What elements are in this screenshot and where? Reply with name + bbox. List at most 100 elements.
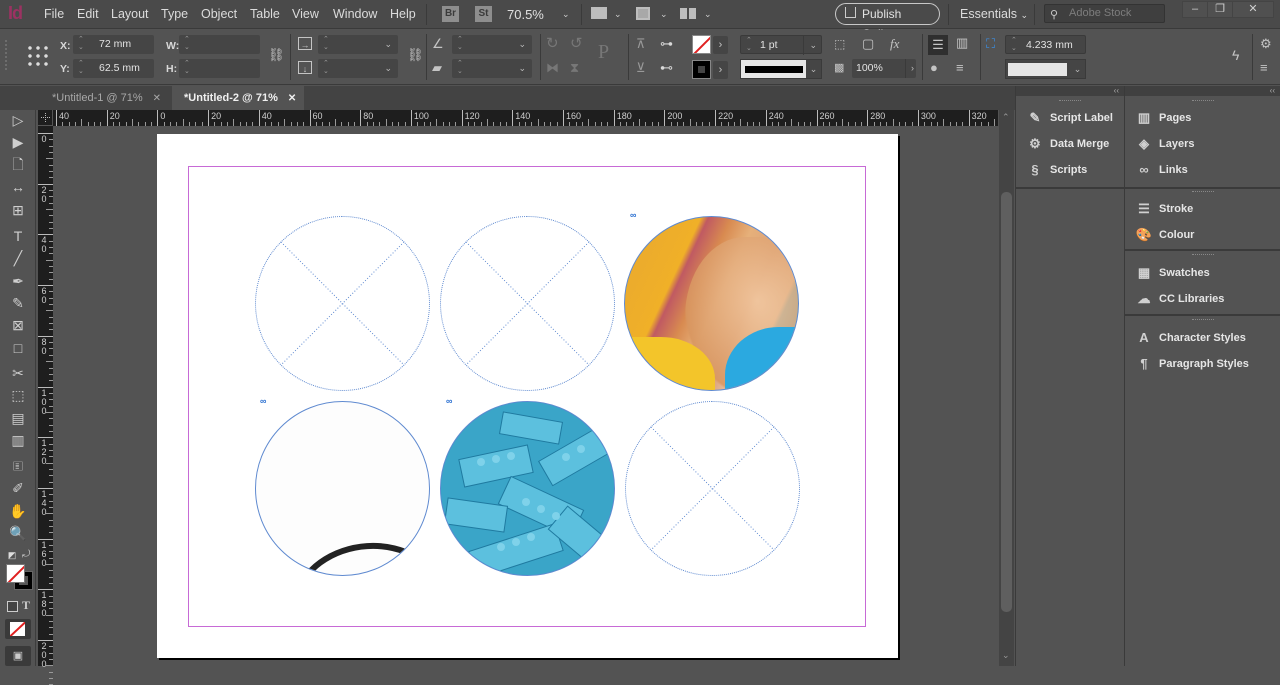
drop-shadow-icon[interactable]: ▢ [862,37,874,51]
corner-shape-field[interactable]: ⌄ [1005,59,1086,79]
select-content-icon[interactable]: ⊻ [636,61,646,75]
panel-grip[interactable] [1059,100,1081,102]
scale-x-field[interactable]: ⌃ ⌄ ⌄ [318,35,398,54]
note-tool[interactable]: 🗉 [6,456,30,476]
collapse-dock-button[interactable]: ‹‹ [1125,86,1280,96]
scroll-up-icon[interactable]: ⌃ [1002,112,1010,123]
menu-view[interactable]: View [292,7,319,21]
vertical-scrollbar[interactable]: ⌃ ⌄ [999,110,1014,666]
view-options-icon[interactable] [591,7,607,19]
panel-scripts[interactable]: § Scripts [1016,158,1124,182]
constrain-proportions-icon[interactable]: ⛓ [268,48,285,62]
gap-tool[interactable]: ↔ [6,177,30,197]
close-tab-icon[interactable]: ✕ [153,93,161,104]
page-tool[interactable]: 🗋 [6,154,30,174]
height-field[interactable]: ⌃ ⌄ [179,59,260,78]
drop-shadow-frame-icon[interactable]: ⬚ [834,37,845,51]
opacity-field[interactable]: 100% › [852,59,916,78]
menu-window[interactable]: Window [333,7,377,21]
x-position-field[interactable]: ⌃ ⌄ 72 mm [73,35,154,54]
view-options-dropdown-icon[interactable]: ⌄ [614,9,622,20]
y-position-field[interactable]: ⌃ ⌄ 62.5 mm [73,59,154,78]
bridge-button[interactable]: Br [442,6,459,22]
image-frame-lego[interactable] [440,401,615,576]
zoom-tool[interactable]: 🔍 [6,523,30,543]
reference-point-icon[interactable] [26,44,50,68]
ruler-origin[interactable] [38,110,53,126]
free-transform-tool[interactable]: ⬚ [6,385,30,405]
formatting-affects-container-icon[interactable] [7,601,18,612]
type-tool[interactable]: T [6,226,30,246]
flip-horizontal-icon[interactable]: ⧓ [546,61,559,75]
panel-character-styles[interactable]: A Character Styles [1125,326,1280,350]
gradient-swatch-tool[interactable]: ▤ [6,408,30,428]
arrange-documents-dropdown-icon[interactable]: ⌄ [704,9,712,20]
panel-links[interactable]: ∞ Links [1125,158,1280,182]
text-wrap-object-shape-icon[interactable]: ● [930,61,938,75]
rotate-clockwise-icon[interactable]: ↻ [546,36,559,51]
minimize-button[interactable]: – [1182,1,1208,18]
rectangle-frame-tool[interactable]: ⊠ [6,315,30,335]
menu-layout[interactable]: Layout [111,7,149,21]
panel-data-merge[interactable]: ⚙ Data Merge [1016,132,1124,156]
menu-type[interactable]: Type [161,7,188,21]
stroke-type-field[interactable]: ⌄ [740,59,822,79]
pen-tool[interactable]: ✒ [6,271,30,291]
workspace-switcher[interactable]: Essentials ⌄ [960,7,1028,21]
adobe-stock-search[interactable]: ⚲ Adobe Stock [1044,4,1165,23]
close-tab-icon[interactable]: ✕ [288,93,296,104]
panel-cc-libraries[interactable]: ☁ CC Libraries [1125,287,1280,311]
panel-pages[interactable]: ▥ Pages [1125,106,1280,130]
screen-mode-dropdown-icon[interactable]: ⌄ [660,9,668,20]
menu-help[interactable]: Help [390,7,416,21]
vertical-ruler[interactable]: 0 20 40 60 80 100 120 140 160 180 200 [38,126,53,685]
tab-untitled-2[interactable]: *Untitled-2 @ 71% ✕ [172,86,304,110]
collapse-dock-button[interactable]: ‹‹ [1016,86,1124,96]
stock-button[interactable]: St [475,6,492,22]
flip-vertical-icon[interactable]: ⧗ [570,61,579,75]
rotate-counterclockwise-icon[interactable]: ↺ [570,36,583,51]
close-button[interactable]: ✕ [1232,1,1274,18]
text-wrap-none-icon[interactable]: ☰ [928,35,948,55]
horizontal-ruler[interactable]: 40 20 0 20 40 60 80 100 120 140 160 180 200 220 240 260… [38,110,1014,126]
menu-table[interactable]: Table [250,7,280,21]
select-previous-object-icon[interactable]: ⊶ [660,37,673,51]
screen-mode-button[interactable]: ▣ [5,646,31,666]
publish-online-button[interactable]: Publish Online [835,3,940,41]
selection-tool[interactable]: ▷ [6,110,30,130]
hand-tool[interactable]: ✋ [6,501,30,521]
scissors-tool[interactable]: ✂ [6,363,30,383]
scroll-down-icon[interactable]: ⌄ [1002,650,1010,661]
apply-none-button[interactable] [5,619,31,639]
shear-angle-field[interactable]: ⌃ ⌄ ⌄ [452,59,532,78]
panel-grip[interactable] [1191,319,1214,321]
stroke-swatch[interactable] [692,60,711,79]
tab-untitled-1[interactable]: *Untitled-1 @ 71% ✕ [40,86,165,110]
stroke-swatch-menu-button[interactable]: › [713,61,728,79]
scale-y-field[interactable]: ⌃ ⌄ ⌄ [318,59,398,78]
panel-grip[interactable] [1191,100,1214,102]
stroke-weight-field[interactable]: ⌃ ⌄ 1 pt ⌄ [740,35,822,55]
constrain-scale-icon[interactable]: ⛓ [407,48,424,62]
panel-grip[interactable] [5,40,8,70]
panel-colour[interactable]: 🎨 Colour [1125,223,1280,247]
gradient-feather-tool[interactable]: ▥ [6,430,30,450]
panel-script-label[interactable]: ✎ Script Label [1016,106,1124,130]
formatting-affects-text-icon[interactable]: T [22,598,30,613]
select-next-object-icon[interactable]: ⊷ [660,61,673,75]
image-frame-cable[interactable] [255,401,430,576]
fill-swatch-menu-button[interactable]: › [713,36,728,54]
fill-swatch[interactable] [692,35,711,54]
rectangle-tool[interactable]: □ [6,338,30,358]
default-fill-stroke-icon[interactable]: ◩ [6,549,18,561]
rotation-angle-field[interactable]: ⌃ ⌄ ⌄ [452,35,532,54]
gear-icon[interactable]: ⚙ [1260,37,1272,51]
frame-offset-field[interactable]: ⌃ ⌄ 4.233 mm [1005,35,1086,54]
panel-grip[interactable] [1191,191,1214,193]
menu-edit[interactable]: Edit [77,7,99,21]
empty-ellipse-frame[interactable] [440,216,615,391]
panel-stroke[interactable]: ☰ Stroke [1125,197,1280,221]
direct-selection-tool[interactable]: ▶ [6,132,30,152]
panel-menu-icon[interactable]: ≡ [1260,61,1268,75]
line-tool[interactable]: ╱ [6,248,30,268]
